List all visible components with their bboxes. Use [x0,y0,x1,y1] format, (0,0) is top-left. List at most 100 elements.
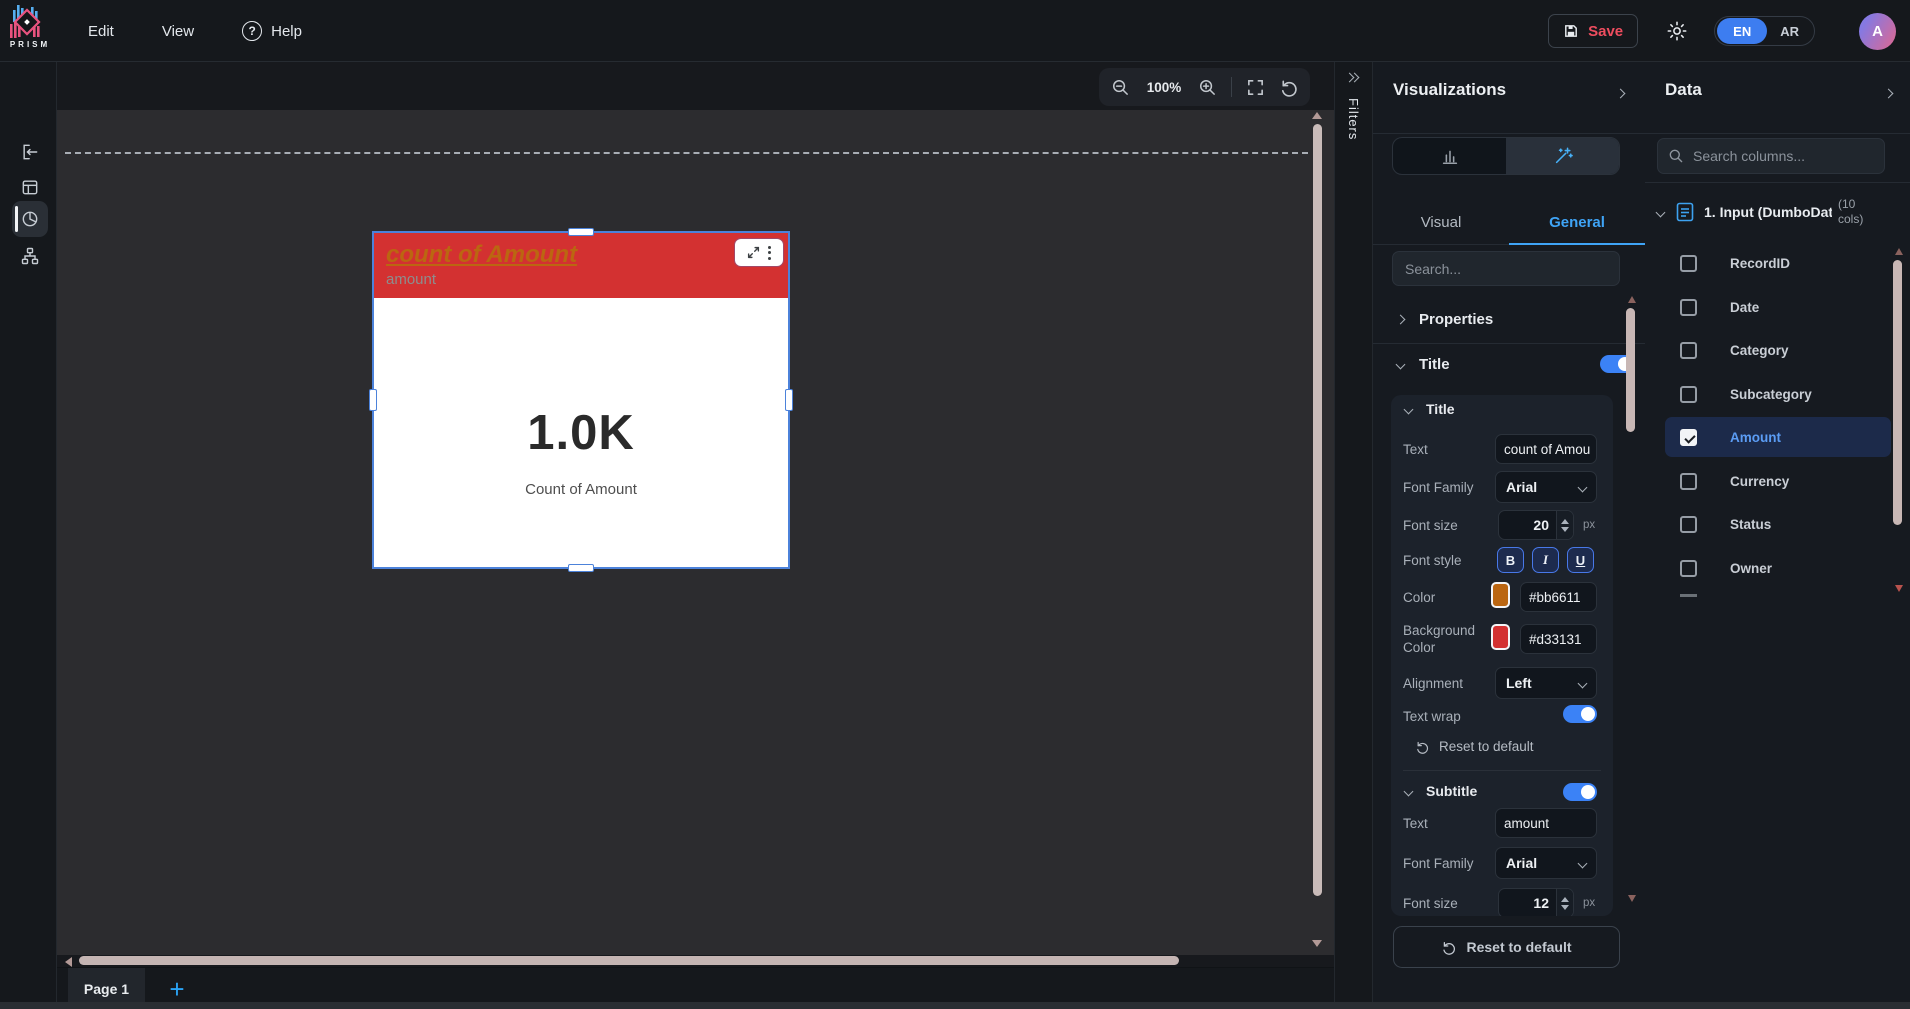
checkbox[interactable] [1680,385,1697,403]
resize-handle-left[interactable] [369,389,377,411]
collapse-visualizations-icon[interactable] [1615,88,1626,99]
viz-tabs: Visual General [1373,200,1645,245]
canvas-horizontal-scrollbar[interactable] [79,956,1179,965]
menu-help[interactable]: Help [242,21,302,41]
underline-button[interactable]: U [1567,547,1594,573]
card-widget-subtitle: amount [386,271,437,289]
column-row-status[interactable]: Status [1645,504,1897,544]
resize-handle-bottom[interactable] [568,564,594,572]
data-scrollbar[interactable] [1893,260,1902,525]
subtitle-text-input[interactable]: amount [1495,808,1597,838]
font-size-stepper[interactable] [1556,511,1573,539]
chart-mode-button[interactable] [1393,138,1506,174]
language-en-button[interactable]: EN [1717,18,1768,44]
italic-button[interactable]: I [1532,547,1559,573]
widget-menu-button[interactable] [768,245,771,260]
column-row-subcategory[interactable]: Subcategory [1645,374,1897,414]
expand-widget-button[interactable] [747,246,760,259]
title-font-family-select[interactable]: Arial [1495,471,1597,503]
checkbox[interactable] [1680,559,1697,577]
data-scroll-down-arrow[interactable] [1895,585,1903,592]
column-row-owner[interactable]: Owner [1645,548,1897,588]
checkbox[interactable] [1680,254,1697,272]
bar-chart-icon [1442,150,1457,165]
title-color-swatch[interactable] [1491,582,1510,608]
sidebar-item-visualize[interactable] [12,201,48,237]
subtitle-subsection-header[interactable]: Subtitle [1403,783,1477,799]
expand-filters-icon[interactable] [1344,72,1360,83]
avatar[interactable]: A [1859,12,1896,50]
checkbox[interactable] [1680,341,1697,359]
font-size-stepper[interactable] [1556,889,1573,916]
sidebar-item-exit[interactable] [12,134,48,170]
title-subsection-header[interactable]: Title [1403,401,1455,417]
sidebar-item-flow[interactable] [12,238,48,274]
zoom-out-button[interactable] [1111,78,1130,97]
zoom-in-button[interactable] [1198,78,1217,97]
collapse-data-icon[interactable] [1883,88,1894,99]
sidebar-item-layout[interactable] [12,169,48,205]
resize-handle-top[interactable] [568,228,594,236]
divider [1645,133,1910,134]
background-color-swatch[interactable] [1491,624,1510,650]
tab-visual[interactable]: Visual [1373,200,1509,244]
text-label: Text [1403,442,1428,457]
magic-mode-button[interactable] [1506,138,1619,174]
viz-scrollbar[interactable] [1626,308,1635,432]
bold-button[interactable]: B [1497,547,1524,573]
column-row-date[interactable]: Date [1645,287,1897,327]
viz-scroll-up-arrow[interactable] [1628,296,1636,303]
column-row-currency[interactable]: Currency [1645,461,1897,501]
reset-view-button[interactable] [1279,78,1298,97]
reset-to-default-button[interactable]: Reset to default [1393,926,1620,968]
canvas-scroll-down-arrow[interactable] [1312,940,1322,947]
zoom-in-icon [1199,79,1215,95]
subtitle-font-family-select[interactable]: Arial [1495,847,1597,879]
column-row-amount[interactable]: Amount [1665,417,1891,457]
language-ar-button[interactable]: AR [1767,24,1812,39]
save-button[interactable]: Save [1548,14,1639,48]
column-row-category[interactable]: Category [1645,330,1897,370]
viz-search-input[interactable] [1392,251,1620,286]
dataset-row[interactable]: 1. Input (DumboData.... (10 cols) [1645,190,1897,234]
color-label: Color [1403,590,1436,605]
canvas-vertical-scrollbar[interactable] [1313,124,1322,896]
subtitle-toggle[interactable] [1563,783,1597,801]
menu-view[interactable]: View [162,23,194,40]
column-label: Status [1730,516,1772,532]
page-canvas[interactable]: count of Amount amount 1.0K Count of Amo… [57,110,1334,955]
fit-screen-button[interactable] [1246,78,1265,97]
checkbox-checked[interactable] [1680,428,1697,446]
column-label: Subcategory [1730,386,1812,402]
checkbox[interactable] [1680,298,1697,316]
column-label: Amount [1730,429,1781,445]
card-widget[interactable]: count of Amount amount 1.0K Count of Amo… [369,228,793,572]
theme-toggle-button[interactable] [1666,20,1688,42]
viz-scroll-down-arrow[interactable] [1628,895,1636,902]
checkbox[interactable] [1680,472,1697,490]
title-font-size-input[interactable]: 20 [1498,510,1574,540]
checkbox[interactable] [1680,515,1697,533]
title-reset-link[interactable]: Reset to default [1415,739,1534,754]
resize-handle-right[interactable] [785,389,793,411]
subtitle-font-size-input[interactable]: 12 [1498,888,1574,916]
column-row-recordid[interactable]: RecordID [1645,243,1897,283]
menu-edit[interactable]: Edit [88,23,114,40]
divider [1645,182,1910,183]
filters-rail[interactable]: Filters [1334,62,1373,1009]
title-color-input[interactable]: #bb6611 [1520,582,1597,612]
alignment-select[interactable]: Left [1495,667,1597,699]
canvas-scroll-up-arrow[interactable] [1312,112,1322,119]
prism-logo[interactable]: PRISM [6,2,54,60]
expand-icon [747,246,760,259]
tab-general[interactable]: General [1509,200,1645,245]
section-properties[interactable]: Properties [1373,305,1625,333]
background-color-input[interactable]: #d33131 [1520,624,1597,654]
data-search-input[interactable] [1693,148,1863,164]
section-title-toggle-row[interactable]: Title [1373,350,1634,378]
title-text-input[interactable]: count of Amou [1495,434,1597,464]
text-wrap-toggle[interactable] [1563,705,1597,723]
canvas-scroll-left-arrow[interactable] [65,957,72,967]
divider [1373,133,1645,134]
data-scroll-up-arrow[interactable] [1895,248,1903,255]
